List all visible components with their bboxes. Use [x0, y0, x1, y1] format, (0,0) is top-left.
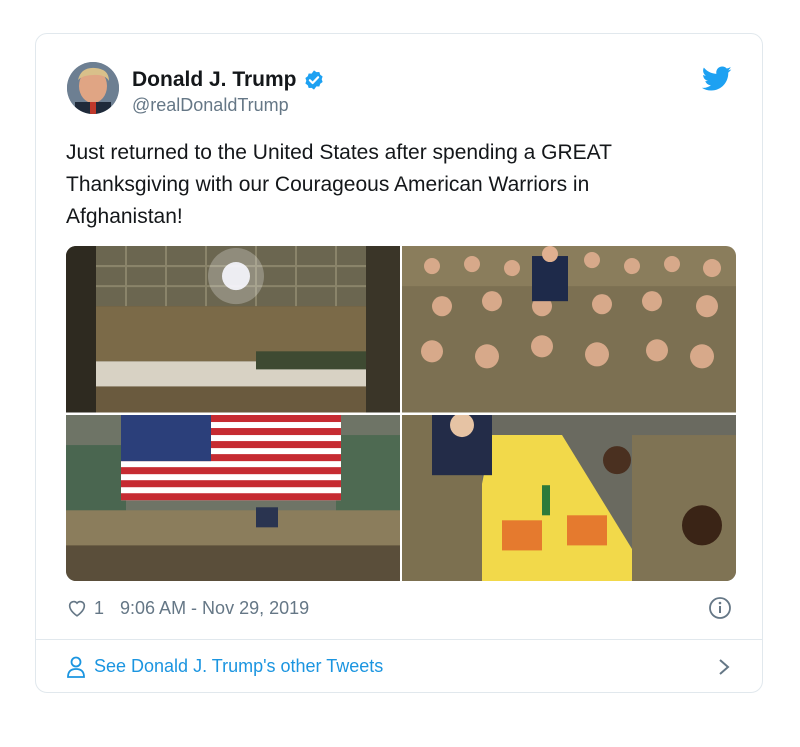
info-icon[interactable] — [708, 596, 732, 620]
tweet-text: Just returned to the United States after… — [66, 141, 612, 228]
author-name[interactable]: Donald J. Trump — [132, 68, 297, 92]
photo-flag-stage[interactable] — [66, 414, 400, 581]
timestamp[interactable]: 9:06 AM - Nov 29, 2019 — [120, 598, 309, 619]
see-other-tweets-label: See Donald J. Trump's other Tweets — [94, 656, 384, 676]
author-handle[interactable]: @realDonaldTrump — [132, 95, 289, 116]
tweet-meta: 1 9:06 AM - Nov 29, 2019 — [66, 597, 309, 619]
chevron-right-icon — [719, 658, 730, 675]
verified-badge-icon — [304, 70, 323, 90]
see-other-tweets-link[interactable]: See Donald J. Trump's other Tweets — [66, 639, 732, 694]
photo-dining-table[interactable] — [402, 414, 736, 581]
photo-soldiers-group[interactable] — [402, 246, 736, 413]
tweet-card: Donald J. Trump @realDonaldTrump Just re… — [35, 33, 763, 693]
author-row: Donald J. Trump — [132, 68, 325, 92]
avatar[interactable] — [67, 62, 119, 114]
photo-hangar-crowd[interactable] — [66, 246, 400, 413]
like-count[interactable]: 1 — [94, 598, 104, 619]
media-grid — [66, 246, 736, 581]
heart-icon[interactable] — [66, 597, 88, 619]
twitter-bird-icon[interactable] — [702, 66, 732, 92]
person-icon — [67, 656, 85, 678]
